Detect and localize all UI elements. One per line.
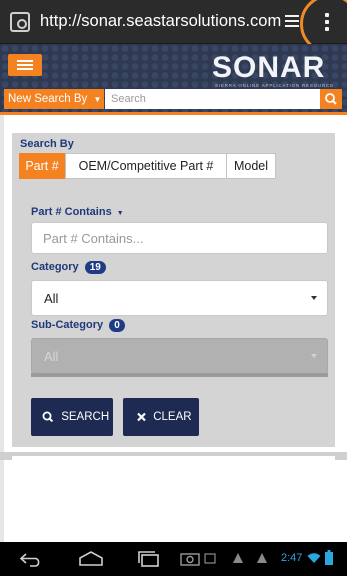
search-by-model-button[interactable]: Model [226, 153, 276, 179]
subcategory-label: Sub-Category [31, 319, 104, 331]
top-search-input[interactable] [105, 89, 320, 109]
search-by-part-number-button[interactable]: Part # [19, 153, 65, 179]
caret-down-icon [311, 354, 317, 358]
page-content: Search By Part # OEM/Competitive Part # … [0, 115, 347, 542]
search-icon [42, 411, 54, 423]
new-search-by-label: New Search By [8, 93, 88, 105]
tabs-icon[interactable] [285, 15, 299, 27]
warning-icon [257, 553, 267, 563]
back-icon[interactable] [18, 551, 44, 567]
search-button-label: SEARCH [61, 411, 110, 423]
home-icon[interactable] [78, 550, 104, 568]
new-search-by-dropdown[interactable]: New Search By ▼ [4, 89, 104, 109]
subcategory-count-badge: 0 [109, 319, 125, 332]
subcategory-label-row: Sub-Category 0 [31, 319, 125, 332]
category-count-badge: 19 [84, 261, 106, 274]
hamburger-icon[interactable] [8, 54, 42, 76]
search-by-oem-button[interactable]: OEM/Competitive Part # [65, 153, 227, 179]
clear-button[interactable]: CLEAR [123, 398, 199, 436]
site-settings-icon[interactable] [10, 12, 30, 32]
part-contains-input[interactable] [31, 222, 328, 254]
category-label-row: Category 19 [31, 261, 106, 274]
chevron-down-icon: ▼ [116, 210, 124, 217]
kebab-menu-icon[interactable] [325, 13, 329, 31]
warning-icon [233, 553, 243, 563]
brand-tagline: SIERRA ONLINE APPLICATION RESOURCE [215, 83, 334, 88]
search-by-label: Search By [20, 138, 74, 150]
search-icon [325, 93, 337, 105]
search-form-panel: Search By Part # OEM/Competitive Part # … [12, 133, 335, 447]
part-contains-label: Part # Contains [31, 206, 112, 218]
top-search-bar: New Search By ▼ [4, 89, 342, 109]
search-button[interactable]: SEARCH [31, 398, 113, 436]
category-label: Category [31, 261, 79, 273]
battery-icon [325, 550, 333, 565]
clear-button-label: CLEAR [153, 411, 192, 423]
screenshot-icon [180, 553, 200, 566]
url-text[interactable]: http://sonar.seastarsolutions.com [40, 12, 281, 31]
browser-url-bar: http://sonar.seastarsolutions.com [0, 0, 347, 54]
subcategory-value: All [44, 349, 59, 364]
caret-down-icon [311, 296, 317, 300]
system-nav-bar: 2:47 [0, 542, 347, 576]
chevron-down-icon: ▼ [93, 95, 102, 104]
brand-logo: SONAR [212, 51, 326, 84]
status-time: 2:47 [281, 552, 303, 564]
left-rail [0, 115, 4, 542]
results-area [12, 456, 335, 542]
category-select[interactable]: All [31, 280, 328, 316]
close-icon [137, 412, 146, 422]
top-search-button[interactable] [320, 89, 342, 109]
part-contains-dropdown[interactable]: Part # Contains ▼ [31, 206, 124, 218]
gallery-icon [204, 553, 216, 564]
recent-apps-icon[interactable] [136, 550, 162, 568]
category-value: All [44, 291, 59, 306]
subcategory-select: All [31, 338, 328, 374]
select-shadow [31, 373, 328, 377]
wifi-icon [307, 553, 321, 563]
